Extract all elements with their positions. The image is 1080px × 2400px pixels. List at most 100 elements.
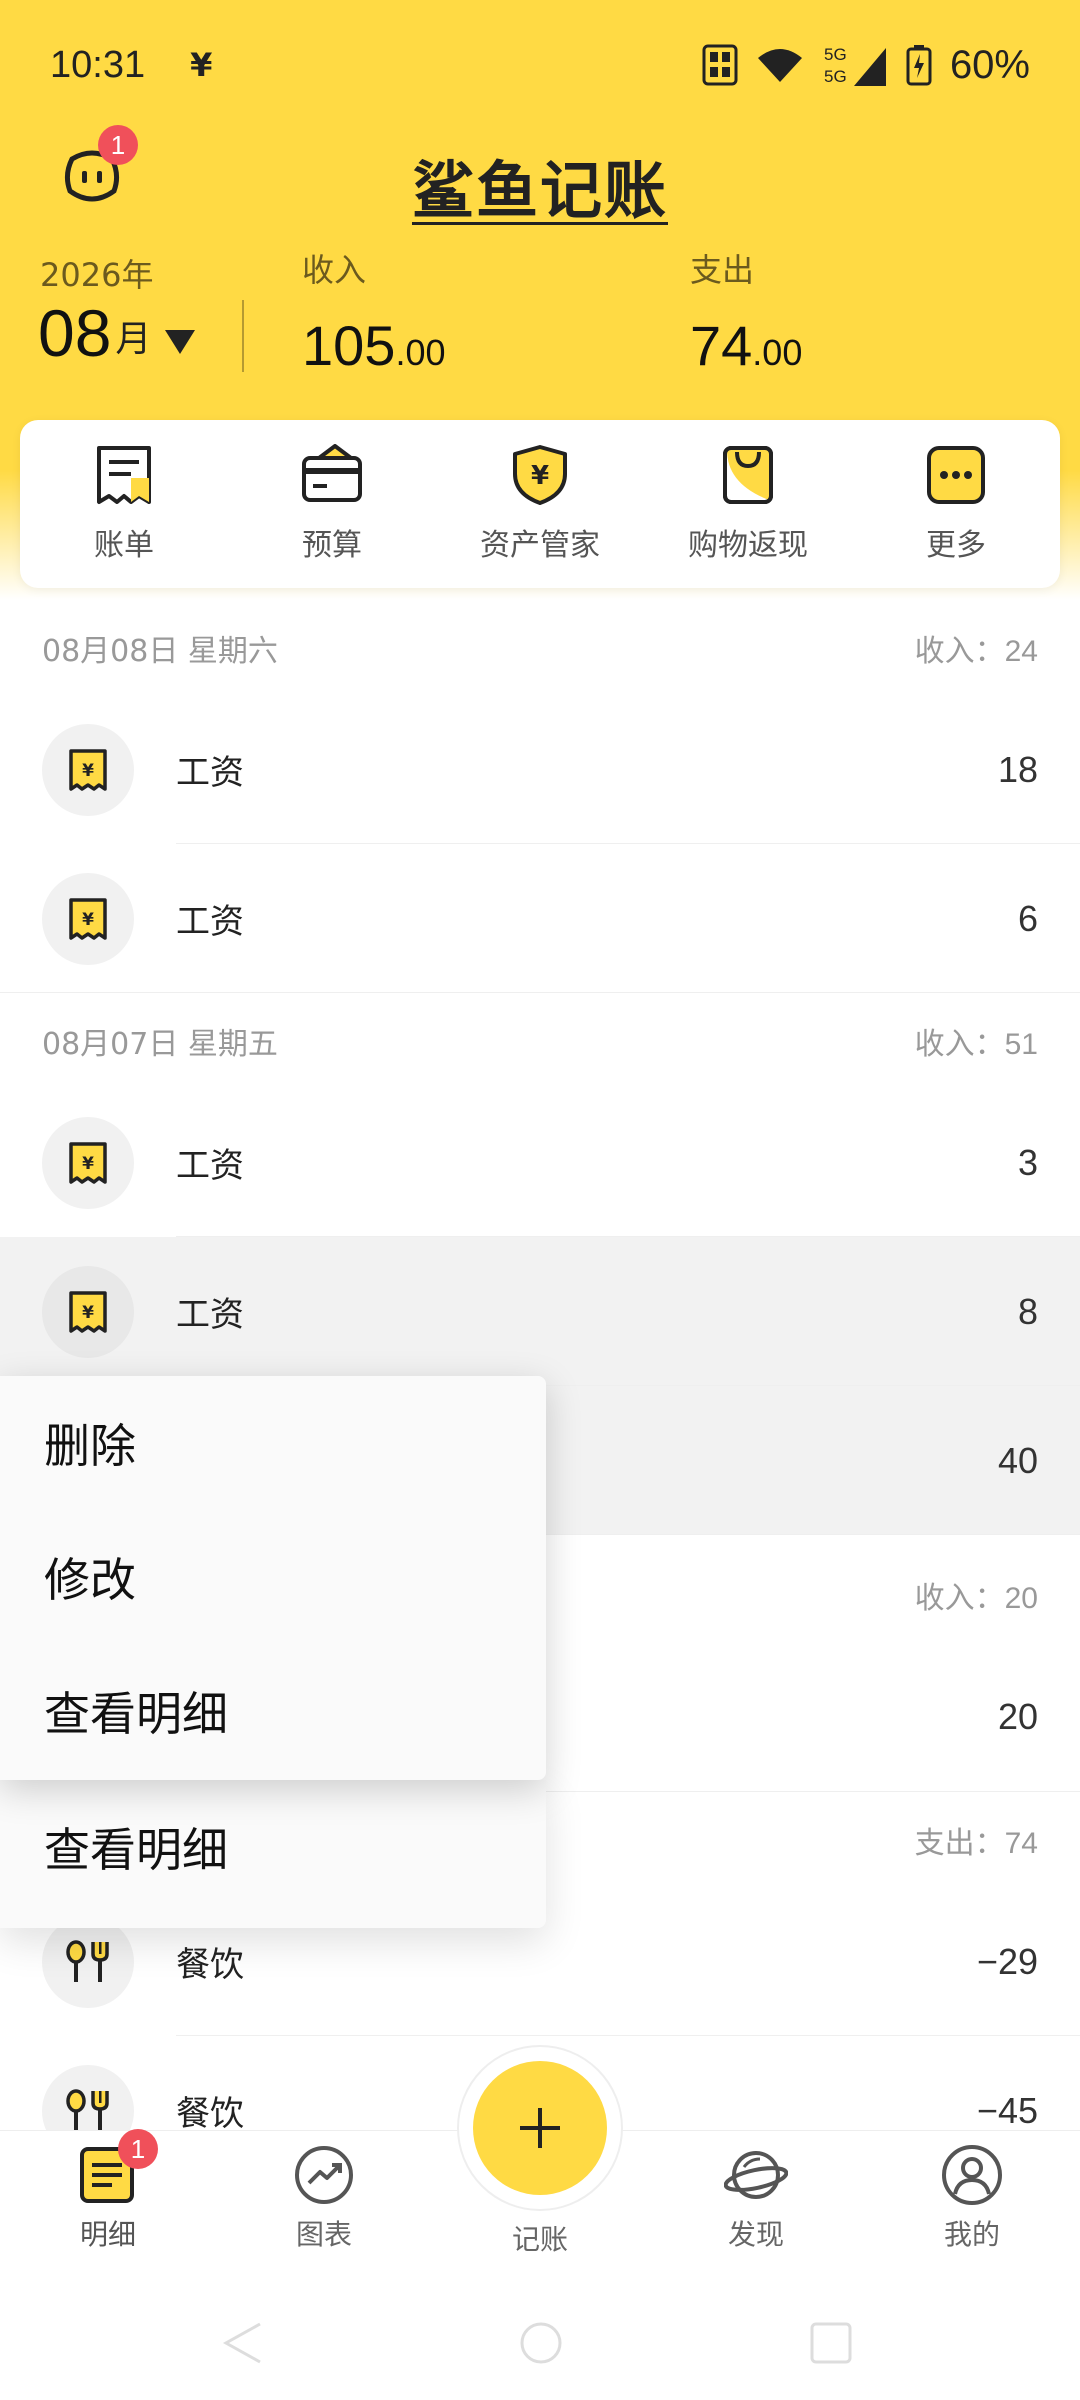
quick-action-more[interactable]: 更多 bbox=[856, 444, 1056, 564]
nav-details-badge: 1 bbox=[118, 2129, 158, 2169]
battery-icon bbox=[906, 45, 932, 86]
salary-icon: ¥ bbox=[42, 723, 134, 816]
svg-text:5G: 5G bbox=[824, 45, 847, 64]
recents-icon[interactable] bbox=[808, 2320, 854, 2366]
transaction-row[interactable]: ¥ 工资 6 bbox=[0, 844, 1080, 993]
budget-wallet-icon bbox=[302, 444, 362, 502]
system-nav-bar bbox=[0, 2280, 1080, 2400]
nav-mine[interactable]: 我的 bbox=[864, 2131, 1080, 2253]
context-menu: 删除 修改 查看明细 bbox=[0, 1376, 546, 1780]
nav-details[interactable]: 1 明细 bbox=[0, 2129, 216, 2253]
income-int: 105 bbox=[302, 314, 396, 377]
transaction-row[interactable]: ¥ 工资 18 bbox=[0, 695, 1080, 844]
more-icon bbox=[927, 446, 985, 504]
battery-percent: 60% bbox=[949, 42, 1030, 87]
category-name: 餐饮 bbox=[176, 1945, 244, 1985]
day-header: 08月08日 星期六 收入：24 bbox=[0, 600, 1080, 695]
planet-icon bbox=[724, 2151, 788, 2199]
day-total-value: 74 bbox=[1004, 1826, 1038, 1860]
transaction-amount: −45 bbox=[976, 2089, 1038, 2131]
yen-notification-icon: ¥ bbox=[190, 46, 213, 84]
shopping-bag-icon bbox=[723, 446, 773, 504]
transaction-row-selected[interactable]: ¥ 工资 8 bbox=[0, 1237, 1080, 1386]
income-label: 收入 bbox=[302, 251, 367, 289]
transaction-amount: 6 bbox=[1017, 897, 1038, 939]
plus-icon bbox=[520, 2108, 560, 2148]
day-total-label: 支出： bbox=[914, 1826, 1005, 1860]
signal-5g-icon: 5G 5G bbox=[824, 45, 886, 86]
expense-label: 支出 bbox=[690, 251, 755, 289]
title-bar: 1 鲨鱼记账 bbox=[0, 125, 1080, 240]
salary-icon: ¥ bbox=[42, 1116, 134, 1209]
month-unit: 月 bbox=[115, 319, 152, 360]
category-name: 餐饮 bbox=[176, 2094, 244, 2134]
expense-summary: 支出 74.00 bbox=[690, 245, 802, 378]
status-time: 10:31 bbox=[50, 43, 146, 86]
day-total: 支出：74 bbox=[915, 1818, 1038, 1862]
home-icon[interactable] bbox=[518, 2320, 564, 2366]
salary-icon: ¥ bbox=[42, 1265, 134, 1358]
day-total-value: 51 bbox=[1004, 1027, 1038, 1061]
transaction-row[interactable]: ¥ 工资 3 bbox=[0, 1088, 1080, 1237]
transaction-amount: −29 bbox=[976, 1940, 1038, 1982]
status-bar: 10:31 ¥ 5G 5G 60% bbox=[0, 0, 1080, 130]
chart-trend-icon bbox=[295, 2146, 353, 2204]
svg-text:¥: ¥ bbox=[82, 910, 94, 930]
menu-item-delete[interactable]: 删除 bbox=[0, 1376, 546, 1510]
svg-text:¥: ¥ bbox=[82, 1154, 94, 1174]
day-total-label: 收入： bbox=[914, 1027, 1005, 1061]
transaction-amount: 20 bbox=[997, 1696, 1038, 1737]
category-name: 工资 bbox=[176, 1146, 244, 1186]
summary-divider bbox=[242, 300, 244, 372]
dining-utensils-icon bbox=[42, 1915, 134, 2008]
nav-label: 发现 bbox=[727, 2218, 784, 2251]
quick-action-asset-manager[interactable]: ¥ 资产管家 bbox=[440, 444, 640, 564]
income-value: 105.00 bbox=[302, 313, 445, 378]
day-total-label: 收入： bbox=[914, 634, 1005, 668]
transaction-amount: 40 bbox=[997, 1439, 1038, 1481]
category-name: 工资 bbox=[176, 902, 244, 942]
day-total-value: 24 bbox=[1004, 634, 1038, 668]
svg-text:¥: ¥ bbox=[531, 461, 549, 491]
quick-action-label: 更多 bbox=[926, 528, 986, 563]
category-name: 工资 bbox=[176, 753, 244, 793]
nav-charts[interactable]: 图表 bbox=[216, 2131, 432, 2253]
day-total: 收入：24 bbox=[915, 626, 1038, 670]
expense-value: 74.00 bbox=[690, 313, 802, 378]
monthly-summary: 2026年 08 月 收入 105.00 支出 74.00 bbox=[0, 240, 1080, 390]
month-selector[interactable]: 08 月 bbox=[38, 296, 196, 370]
menu-item-edit[interactable]: 修改 bbox=[0, 1510, 546, 1644]
month-number: 08 bbox=[38, 296, 112, 370]
svg-text:¥: ¥ bbox=[82, 761, 94, 781]
status-icons: 5G 5G 60% bbox=[702, 42, 1030, 88]
income-summary: 收入 105.00 bbox=[302, 245, 445, 378]
nav-discover[interactable]: 发现 bbox=[648, 2131, 864, 2253]
day-total-value: 20 bbox=[1004, 1581, 1038, 1615]
expense-dec: .00 bbox=[752, 332, 803, 373]
year-label: 2026年 bbox=[40, 256, 154, 294]
svg-text:¥: ¥ bbox=[82, 1303, 94, 1323]
transaction-amount: 8 bbox=[1017, 1290, 1038, 1332]
quick-action-shopping-cashback[interactable]: 购物返现 bbox=[648, 444, 848, 564]
back-icon[interactable] bbox=[220, 2320, 266, 2366]
app-title: 鲨鱼记账 bbox=[0, 140, 1080, 230]
day-total: 收入：20 bbox=[915, 1573, 1038, 1617]
quick-action-budget[interactable]: 预算 bbox=[232, 444, 432, 564]
bill-icon bbox=[97, 446, 151, 504]
day-date: 08月08日 星期六 bbox=[42, 633, 278, 669]
nfc-icon bbox=[702, 44, 738, 86]
user-profile-icon bbox=[942, 2145, 1002, 2205]
quick-action-label: 账单 bbox=[94, 528, 154, 563]
category-name: 工资 bbox=[176, 1295, 244, 1335]
expense-int: 74 bbox=[690, 314, 753, 377]
record-button[interactable] bbox=[473, 2061, 607, 2195]
day-header: 08月07日 星期五 收入：51 bbox=[0, 993, 1080, 1088]
quick-action-label: 预算 bbox=[302, 528, 362, 563]
quick-action-bill[interactable]: 账单 bbox=[24, 444, 224, 564]
nav-label: 图表 bbox=[295, 2218, 352, 2251]
asset-shield-icon: ¥ bbox=[513, 445, 567, 505]
menu-item-view-details[interactable]: 查看明细 bbox=[0, 1644, 546, 1778]
day-total: 收入：51 bbox=[915, 1019, 1038, 1063]
day-total-label: 收入： bbox=[914, 1581, 1005, 1615]
dropdown-triangle-icon bbox=[165, 330, 196, 354]
